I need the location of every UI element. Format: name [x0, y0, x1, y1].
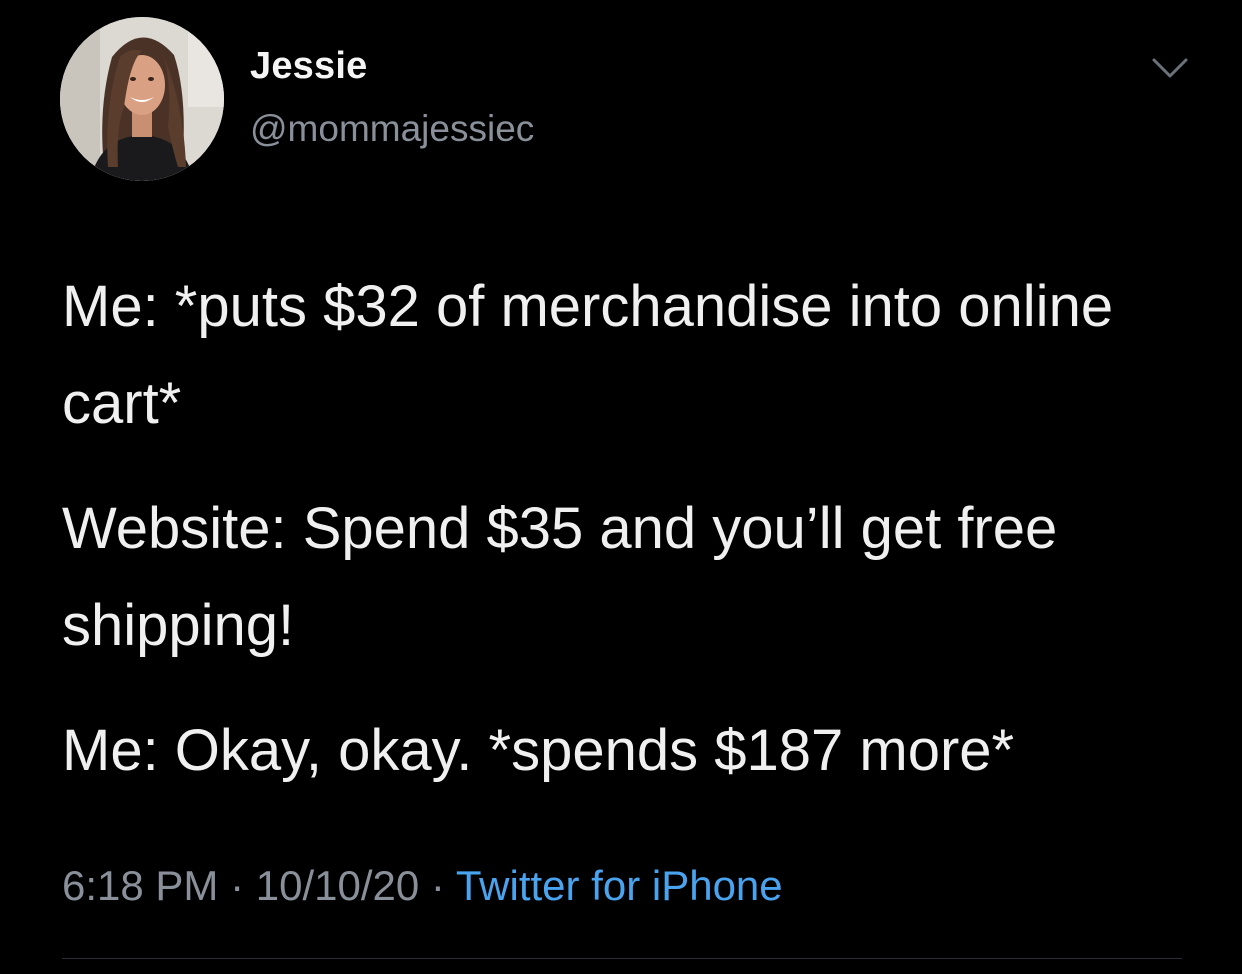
- profile-photo-icon: [60, 17, 224, 181]
- tweet-date[interactable]: 10/10/20: [256, 862, 420, 909]
- tweet-source-link[interactable]: Twitter for iPhone: [456, 862, 783, 909]
- tweet-meta: 6:18 PM · 10/10/20 · Twitter for iPhone: [62, 862, 783, 910]
- meta-separator: ·: [419, 862, 456, 909]
- tweet-paragraph: Me: *puts $32 of merchandise into online…: [62, 274, 1114, 436]
- avatar[interactable]: [60, 17, 224, 181]
- author-handle[interactable]: @mommajessiec: [250, 108, 534, 150]
- tweet-text: Me: *puts $32 of merchandise into online…: [62, 258, 1182, 827]
- tweet-paragraph: Me: Okay, okay. *spends $187 more*: [62, 718, 1015, 783]
- divider: [62, 958, 1182, 959]
- meta-separator: ·: [218, 862, 256, 909]
- tweet-card: Jessie @mommajessiec Me: *puts $32 of me…: [0, 0, 1242, 974]
- tweet-paragraph: Website: Spend $35 and you’ll get free s…: [62, 496, 1058, 658]
- author-display-name[interactable]: Jessie: [250, 45, 367, 88]
- tweet-time[interactable]: 6:18 PM: [62, 862, 218, 909]
- chevron-down-icon[interactable]: [1150, 54, 1190, 82]
